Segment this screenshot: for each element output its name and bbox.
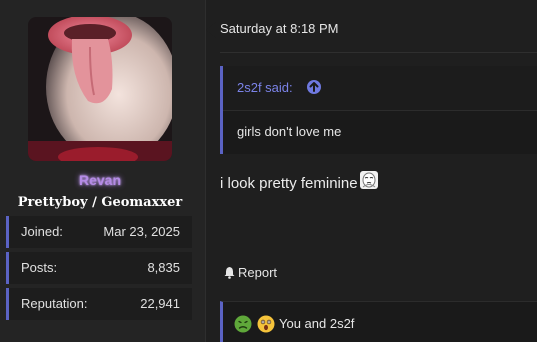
user-title: Prettyboy / Geomaxxer	[17, 195, 183, 210]
quote-header: 2s2f said:	[223, 66, 537, 111]
stat-value: Mar 23, 2025	[103, 224, 180, 239]
stat-label: Joined:	[21, 224, 63, 239]
stat-reputation: Reputation: 22,941	[6, 288, 192, 320]
arrow-up-circle-icon[interactable]	[307, 80, 321, 94]
stat-value[interactable]: 8,835	[147, 260, 180, 275]
sick-emoji-icon[interactable]	[234, 315, 252, 338]
bell-icon	[224, 267, 235, 279]
quote-author[interactable]: 2s2f said:	[237, 80, 293, 95]
message-text: i look pretty feminine	[220, 175, 358, 192]
avatar[interactable]	[28, 17, 172, 161]
post-date[interactable]: Saturday at 8:18 PM	[220, 21, 339, 36]
report-label: Report	[238, 265, 278, 280]
avatar-image	[28, 17, 172, 161]
quote-block: 2s2f said: girls don't love me	[220, 66, 537, 154]
stat-label: Posts:	[21, 260, 58, 275]
report-link[interactable]: Report	[223, 265, 277, 280]
stat-label: Reputation:	[21, 296, 88, 311]
column-divider	[205, 0, 206, 342]
stat-joined: Joined: Mar 23, 2025	[6, 216, 192, 248]
stat-value: 22,941	[140, 296, 180, 311]
reactions-bar[interactable]: You and 2s2f	[220, 301, 537, 342]
reactions-text[interactable]: You and 2s2f	[279, 316, 354, 331]
quote-text: girls don't love me	[237, 124, 342, 139]
post-message: i look pretty feminine	[220, 170, 379, 194]
pensive-emoji-icon	[359, 170, 379, 194]
astonished-emoji-icon[interactable]	[257, 315, 275, 338]
stat-posts: Posts: 8,835	[6, 252, 192, 284]
username[interactable]: Revan	[0, 172, 200, 188]
header-divider	[220, 52, 537, 53]
message-arrow	[206, 22, 216, 38]
user-sidebar: Revan Prettyboy / Geomaxxer Joined: Mar …	[0, 0, 205, 342]
